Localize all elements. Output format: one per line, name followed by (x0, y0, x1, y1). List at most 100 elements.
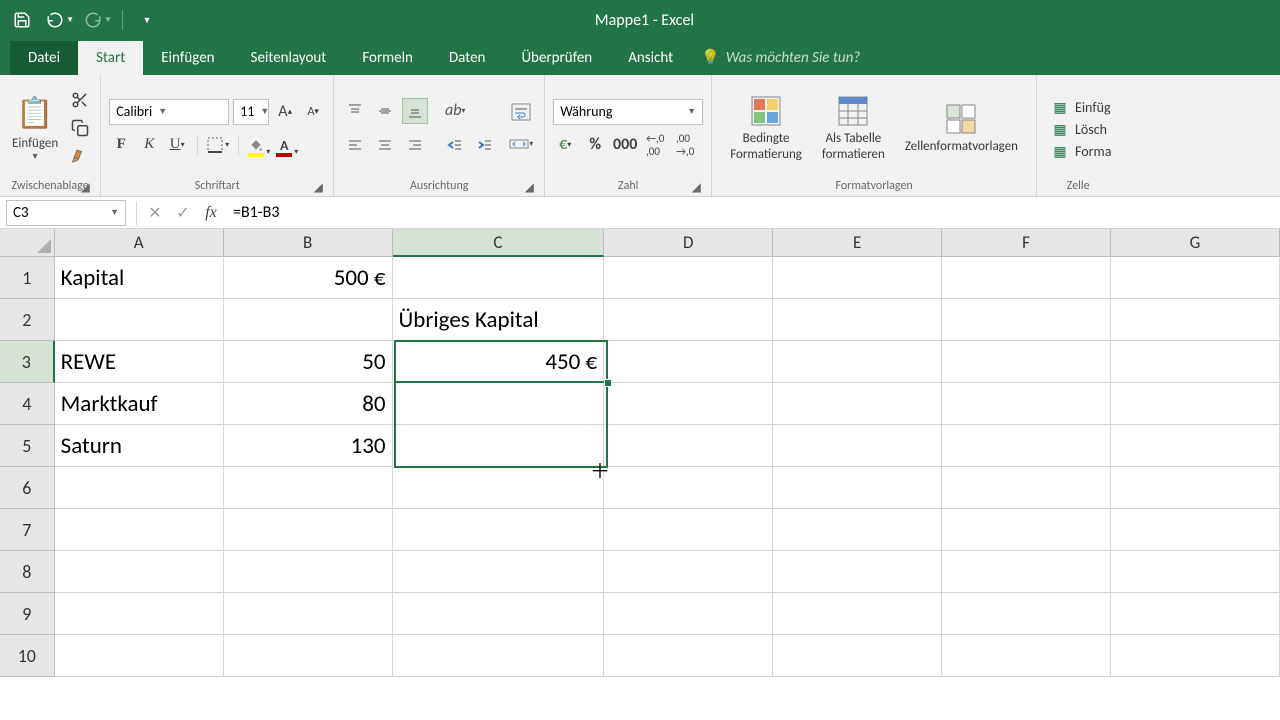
select-all-corner[interactable] (0, 229, 55, 257)
cell-d5[interactable] (604, 425, 773, 467)
insert-function-button[interactable]: fx (197, 199, 225, 227)
cell-a1[interactable]: Kapital (55, 257, 224, 299)
cell-e2[interactable] (773, 299, 942, 341)
cell-a10[interactable] (55, 635, 224, 677)
cell-c10[interactable] (393, 635, 605, 677)
row-header-2[interactable]: 2 (0, 299, 55, 341)
cell-a6[interactable] (55, 467, 224, 509)
clipboard-dialog-launcher[interactable]: ◢ (78, 180, 92, 194)
tab-page-layout[interactable]: Seitenlayout (233, 41, 345, 75)
tab-file[interactable]: Datei (10, 41, 78, 75)
col-header-a[interactable]: A (55, 229, 224, 257)
cell-g4[interactable] (1111, 383, 1280, 425)
cell-g2[interactable] (1111, 299, 1280, 341)
decrease-font-button[interactable]: A▾ (301, 100, 325, 124)
cell-f5[interactable] (942, 425, 1111, 467)
cell-a9[interactable] (55, 593, 224, 635)
tab-home[interactable]: Start (78, 41, 143, 75)
format-painter-button[interactable] (68, 144, 92, 168)
cell-c2[interactable]: Übriges Kapital (393, 299, 605, 341)
cell-d10[interactable] (604, 635, 773, 677)
align-middle-button[interactable] (372, 98, 398, 124)
increase-decimal-button[interactable]: ←,0,00 (643, 133, 667, 157)
cell-a5[interactable]: Saturn (55, 425, 224, 467)
cell-g6[interactable] (1111, 467, 1280, 509)
cell-c7[interactable] (393, 509, 605, 551)
conditional-formatting-button[interactable]: Bedingte Formatierung (720, 93, 812, 162)
row-header-4[interactable]: 4 (0, 383, 55, 425)
row-header-1[interactable]: 1 (0, 257, 55, 299)
cancel-formula-button[interactable]: ✕ (141, 199, 169, 227)
cell-g10[interactable] (1111, 635, 1280, 677)
paste-button[interactable]: 📋 Einfügen ▼ (8, 94, 62, 162)
row-header-3[interactable]: 3 (0, 341, 55, 383)
formula-input[interactable] (225, 203, 1280, 222)
save-button[interactable] (8, 6, 36, 34)
font-name-combo[interactable]: Calibri▼ (109, 99, 229, 125)
row-header-6[interactable]: 6 (0, 467, 55, 509)
align-left-button[interactable] (342, 132, 368, 158)
row-header-10[interactable]: 10 (0, 635, 55, 677)
col-header-g[interactable]: G (1111, 229, 1280, 257)
cell-d3[interactable] (604, 341, 773, 383)
cell-b4[interactable]: 80 (224, 383, 393, 425)
insert-cells-button[interactable]: ▦Einfüg (1051, 99, 1111, 117)
cell-b2[interactable] (224, 299, 393, 341)
cell-f2[interactable] (942, 299, 1111, 341)
row-header-8[interactable]: 8 (0, 551, 55, 593)
cell-a7[interactable] (55, 509, 224, 551)
cell-b1[interactable]: 500 € (224, 257, 393, 299)
underline-button[interactable]: U▾ (165, 133, 189, 157)
cell-c3[interactable]: 450 € (393, 341, 605, 383)
cell-f9[interactable] (942, 593, 1111, 635)
merge-center-button[interactable]: ▾ (506, 131, 536, 157)
fill-color-button[interactable]: ▾ (247, 133, 271, 157)
cell-c4[interactable] (393, 383, 605, 425)
format-cells-button[interactable]: ▦Forma (1051, 143, 1111, 161)
cell-a8[interactable] (55, 551, 224, 593)
cell-f7[interactable] (942, 509, 1111, 551)
orientation-button[interactable]: ab▾ (442, 98, 468, 124)
cell-f4[interactable] (942, 383, 1111, 425)
decrease-decimal-button[interactable]: ,00→,0 (673, 133, 697, 157)
cell-a2[interactable] (55, 299, 224, 341)
cell-b6[interactable] (224, 467, 393, 509)
italic-button[interactable]: K (137, 133, 161, 157)
cell-b7[interactable] (224, 509, 393, 551)
cell-c8[interactable] (393, 551, 605, 593)
cell-b10[interactable] (224, 635, 393, 677)
cell-b8[interactable] (224, 551, 393, 593)
cell-f8[interactable] (942, 551, 1111, 593)
cell-e9[interactable] (773, 593, 942, 635)
tell-me-search[interactable]: 💡 Was möchten Sie tun? (691, 40, 870, 75)
cut-button[interactable] (68, 88, 92, 112)
align-right-button[interactable] (402, 132, 428, 158)
tab-formulas[interactable]: Formeln (344, 41, 431, 75)
comma-style-button[interactable]: 000 (613, 133, 637, 157)
cell-d9[interactable] (604, 593, 773, 635)
cell-a3[interactable]: REWE (55, 341, 224, 383)
cell-c9[interactable] (393, 593, 605, 635)
cell-b9[interactable] (224, 593, 393, 635)
row-header-5[interactable]: 5 (0, 425, 55, 467)
tab-review[interactable]: Überprüfen (503, 41, 610, 75)
col-header-d[interactable]: D (604, 229, 773, 257)
cell-f3[interactable] (942, 341, 1111, 383)
font-color-button[interactable]: A ▾ (275, 133, 299, 157)
col-header-e[interactable]: E (773, 229, 942, 257)
cell-d6[interactable] (604, 467, 773, 509)
qat-customize-button[interactable]: ▼ (133, 6, 161, 34)
cell-e8[interactable] (773, 551, 942, 593)
cell-e1[interactable] (773, 257, 942, 299)
cell-g9[interactable] (1111, 593, 1280, 635)
delete-cells-button[interactable]: ▦Lösch (1051, 121, 1111, 139)
col-header-f[interactable]: F (942, 229, 1111, 257)
cell-d7[interactable] (604, 509, 773, 551)
cell-f1[interactable] (942, 257, 1111, 299)
cell-d2[interactable] (604, 299, 773, 341)
borders-button[interactable]: ▾ (206, 133, 230, 157)
cell-a4[interactable]: Marktkauf (55, 383, 224, 425)
tab-view[interactable]: Ansicht (610, 41, 691, 75)
increase-indent-button[interactable] (472, 132, 498, 158)
name-box[interactable]: C3▼ (6, 200, 126, 226)
